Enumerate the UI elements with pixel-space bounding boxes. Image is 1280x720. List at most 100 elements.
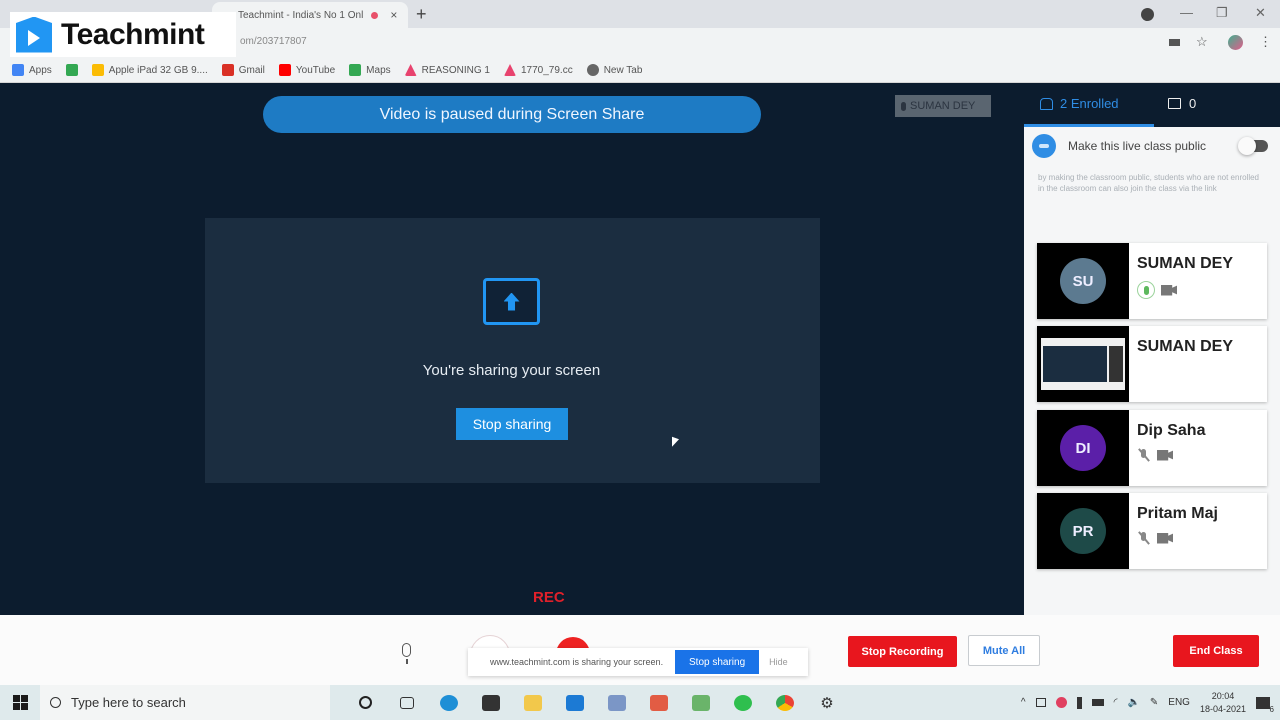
camera-off-icon[interactable] <box>1157 449 1173 461</box>
system-tray: ^ ◜ 🔈 ✎ ENG 20:04 18-04-2021 6 <box>1021 685 1280 720</box>
wifi-icon[interactable]: ◜ <box>1114 697 1118 708</box>
bookmark-new-tab[interactable]: New Tab <box>586 64 642 76</box>
public-class-row: Make this live class public <box>1032 132 1272 160</box>
battery-icon[interactable] <box>1091 699 1104 706</box>
bookmark-maps[interactable]: Maps <box>349 64 391 76</box>
excel-icon[interactable] <box>680 685 722 720</box>
public-class-label: Make this live class public <box>1068 139 1207 153</box>
minimize-icon[interactable]: — <box>1180 5 1193 20</box>
tab-title: Teachmint - India's No 1 Onl <box>238 9 364 21</box>
bookmark-youtube[interactable]: YouTube <box>278 64 335 76</box>
logo-text: Teachmint <box>61 17 205 51</box>
store-icon[interactable] <box>470 685 512 720</box>
participant-card[interactable]: SUMAN DEY <box>1037 326 1267 402</box>
bookmark-drive[interactable] <box>65 64 78 76</box>
chrome-stop-sharing-button[interactable]: Stop sharing <box>675 650 760 674</box>
mute-all-button[interactable]: Mute All <box>968 635 1040 666</box>
new-tab-button[interactable]: + <box>416 4 427 25</box>
participant-name: Pritam Maj <box>1137 505 1218 522</box>
settings-gear-icon[interactable]: ⚙ <box>806 685 848 720</box>
file-explorer-icon[interactable] <box>512 685 554 720</box>
sharing-status-text: You're sharing your screen <box>422 362 601 379</box>
antivirus-icon[interactable] <box>1055 697 1067 708</box>
camera-off-icon[interactable] <box>1157 532 1173 544</box>
clock-date: 18-04-2021 <box>1199 703 1246 714</box>
notifications-icon[interactable]: 6 <box>1256 696 1274 714</box>
volume-icon[interactable]: 🔈 <box>1127 697 1139 708</box>
microphone-icon <box>901 101 906 111</box>
close-tab-icon[interactable]: × <box>390 8 397 22</box>
whatsapp-icon[interactable] <box>722 685 764 720</box>
screen-share-panel <box>205 218 820 483</box>
meet-now-icon[interactable] <box>1035 698 1046 707</box>
bookmark-gmail[interactable]: Gmail <box>221 64 265 76</box>
participant-card[interactable]: DI Dip Saha <box>1037 410 1267 486</box>
profile-avatar[interactable] <box>1228 35 1243 50</box>
sharing-notification-text: www.teachmint.com is sharing your screen… <box>490 657 664 667</box>
profile-extension-icon[interactable] <box>1141 8 1154 21</box>
start-button[interactable] <box>0 685 40 720</box>
microphone-off-icon[interactable] <box>1137 448 1151 462</box>
chevron-up-icon[interactable]: ^ <box>1021 697 1026 708</box>
participant-card[interactable]: SU SUMAN DEY <box>1037 243 1267 319</box>
close-window-icon[interactable]: ✕ <box>1255 5 1266 21</box>
participant-name: SUMAN DEY <box>1137 338 1234 355</box>
teachmint-logo-icon <box>16 16 52 53</box>
tab-chat[interactable]: 0 <box>1168 96 1196 111</box>
chrome-sharing-notification: www.teachmint.com is sharing your screen… <box>468 648 808 676</box>
maximize-icon[interactable]: ❐ <box>1216 5 1228 21</box>
powerpoint-icon[interactable] <box>638 685 680 720</box>
active-speaker-tag: SUMAN DEY <box>895 95 991 117</box>
camera-off-icon[interactable] <box>1161 284 1177 296</box>
bookmark-apps[interactable]: Apps <box>12 64 52 76</box>
gmail-icon <box>221 64 234 76</box>
menu-kebab-icon[interactable]: ⋮ <box>1259 34 1272 50</box>
avatar: PR <box>1060 508 1106 554</box>
taskbar-search[interactable]: Type here to search <box>40 685 330 720</box>
people-icon <box>1040 97 1053 110</box>
stop-recording-button[interactable]: Stop Recording <box>848 636 957 667</box>
bookmark-reasoning[interactable]: REASONING 1 <box>404 64 490 76</box>
globe-icon <box>586 64 599 76</box>
participant-card[interactable]: PR Pritam Maj <box>1037 493 1267 569</box>
public-class-description: by making the classroom public, students… <box>1038 173 1260 193</box>
participant-name: Dip Saha <box>1137 422 1206 439</box>
windows-taskbar: Type here to search ⚙ ^ ◜ 🔈 ✎ ENG 20:04 … <box>0 685 1280 720</box>
participant-name: SUMAN DEY <box>1137 255 1234 272</box>
chrome-hide-button[interactable]: Hide <box>769 657 788 667</box>
windows-logo-icon <box>12 695 28 710</box>
stop-sharing-button[interactable]: Stop sharing <box>456 408 568 440</box>
microphone-on-icon[interactable] <box>1137 281 1155 299</box>
usb-icon[interactable] <box>1076 696 1082 709</box>
chat-bubble-icon <box>1168 98 1181 109</box>
bookmark-1770[interactable]: 1770_79.cc <box>503 64 573 76</box>
link-icon <box>1032 134 1056 158</box>
microphone-toggle-icon[interactable] <box>398 643 416 665</box>
taskbar-clock[interactable]: 20:04 18-04-2021 <box>1200 690 1246 716</box>
edge-icon[interactable] <box>428 685 470 720</box>
participant-screen-share <box>1037 326 1129 402</box>
word-icon[interactable] <box>596 685 638 720</box>
recording-label: REC <box>533 589 565 606</box>
google-drive-icon <box>65 64 78 76</box>
browser-tab-active[interactable]: Teachmint - India's No 1 Onl × <box>212 2 408 28</box>
pen-icon[interactable]: ✎ <box>1150 697 1158 708</box>
bookmark-star-icon[interactable]: ☆ <box>1196 34 1208 50</box>
mail-icon[interactable] <box>554 685 596 720</box>
task-view-icon[interactable] <box>386 685 428 720</box>
video-paused-banner: Video is paused during Screen Share <box>263 96 761 133</box>
chrome-icon[interactable] <box>764 685 806 720</box>
public-class-toggle[interactable] <box>1238 137 1268 155</box>
mouse-cursor-icon <box>672 436 679 450</box>
url-text[interactable]: om/203717807 <box>240 36 307 47</box>
maps-icon <box>349 64 362 76</box>
bookmark-ipad[interactable]: Apple iPad 32 GB 9.... <box>91 64 208 76</box>
microphone-off-icon[interactable] <box>1137 531 1151 545</box>
camera-indicator-icon[interactable] <box>1169 39 1180 46</box>
participant-video: PR <box>1037 493 1129 569</box>
youtube-icon <box>278 64 291 76</box>
cortana-icon[interactable] <box>344 685 386 720</box>
end-class-button[interactable]: End Class <box>1173 635 1259 667</box>
language-indicator[interactable]: ENG <box>1168 697 1190 708</box>
tab-enrolled[interactable]: 2 Enrolled <box>1040 96 1119 111</box>
